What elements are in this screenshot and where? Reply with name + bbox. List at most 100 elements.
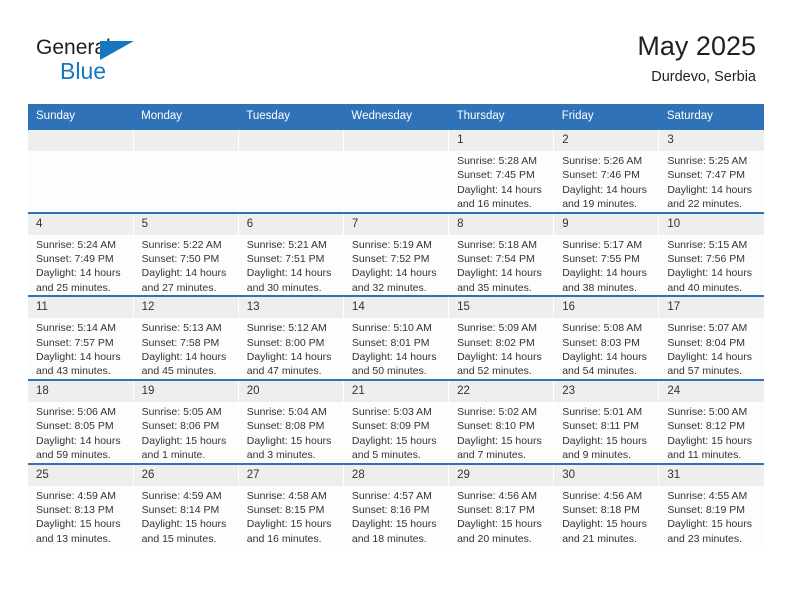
- day-number: 29: [449, 464, 554, 486]
- calendar-day-cell[interactable]: 27 Sunrise: 4:58 AM Sunset: 8:15 PM Dayligh…: [238, 462, 344, 547]
- daylight-text-line1: Daylight: 14 hours: [667, 267, 752, 280]
- weekday-header-friday: Friday: [553, 104, 659, 129]
- calendar-day-cell[interactable]: 5 Sunrise: 5:22 AM Sunset: 7:50 PM Daylight…: [133, 211, 239, 297]
- calendar-day-cell[interactable]: 30 Sunrise: 4:56 AM Sunset: 8:18 PM Dayligh…: [553, 462, 660, 547]
- day-details: Sunrise: 5:00 AM Sunset: 8:12 PM Daylight:…: [659, 402, 764, 463]
- day-details: Sunrise: 5:19 AM Sunset: 7:52 PM Daylight:…: [344, 235, 448, 296]
- calendar-day-cell[interactable]: 26 Sunrise: 4:59 AM Sunset: 8:14 PM Dayligh…: [133, 462, 239, 547]
- daylight-text-line1: Daylight: 15 hours: [141, 518, 227, 531]
- calendar-day-cell[interactable]: 25 Sunrise: 4:59 AM Sunset: 8:13 PM Dayligh…: [28, 462, 134, 547]
- daylight-text-line2: and 5 minutes.: [351, 449, 421, 462]
- day-number: [343, 130, 449, 151]
- daylight-text-line2: and 13 minutes.: [36, 532, 111, 545]
- sunset-text: Sunset: 7:46 PM: [562, 169, 640, 182]
- sunrise-text: Sunrise: 4:59 AM: [36, 489, 116, 502]
- daylight-text-line1: Daylight: 14 hours: [667, 183, 752, 196]
- sunset-text: Sunset: 7:56 PM: [667, 253, 745, 266]
- weekday-header-sunday: Sunday: [28, 104, 134, 129]
- calendar-day-cell[interactable]: 2 Sunrise: 5:26 AM Sunset: 7:46 PM Daylight…: [553, 128, 660, 213]
- calendar-day-cell[interactable]: 28 Sunrise: 4:57 AM Sunset: 8:16 PM Dayligh…: [343, 462, 450, 547]
- calendar-day-cell[interactable]: 6 Sunrise: 5:21 AM Sunset: 7:51 PM Daylight…: [238, 211, 344, 297]
- calendar-header-row: Sunday Monday Tuesday Wednesday Thursday…: [28, 104, 764, 129]
- day-details: Sunrise: 5:21 AM Sunset: 7:51 PM Daylight:…: [239, 235, 343, 296]
- calendar-day-cell[interactable]: 8 Sunrise: 5:18 AM Sunset: 7:54 PM Daylight…: [448, 211, 555, 297]
- calendar-table: Sunday Monday Tuesday Wednesday Thursday…: [28, 104, 764, 547]
- calendar-day-cell[interactable]: 24 Sunrise: 5:00 AM Sunset: 8:12 PM Dayligh…: [658, 378, 764, 464]
- calendar-day-cell[interactable]: 31 Sunrise: 4:55 AM Sunset: 8:19 PM Dayligh…: [658, 462, 764, 547]
- calendar-day-cell[interactable]: 29 Sunrise: 4:56 AM Sunset: 8:17 PM Dayligh…: [448, 462, 555, 547]
- day-number: 19: [133, 380, 238, 402]
- sunrise-text: Sunrise: 5:28 AM: [457, 155, 538, 167]
- sunrise-text: Sunrise: 4:58 AM: [246, 489, 327, 502]
- daylight-text-line2: and 16 minutes.: [246, 532, 322, 545]
- day-details: Sunrise: 5:04 AM Sunset: 8:08 PM Daylight:…: [239, 402, 343, 463]
- brand-logo[interactable]: General Blue: [36, 36, 166, 86]
- daylight-text-line1: Daylight: 15 hours: [351, 518, 437, 531]
- daylight-text-line2: and 35 minutes.: [457, 281, 532, 294]
- daylight-text-line1: Daylight: 14 hours: [351, 351, 437, 364]
- day-details: Sunrise: 5:22 AM Sunset: 7:50 PM Daylight:…: [134, 235, 238, 296]
- daylight-text-line1: Daylight: 14 hours: [351, 267, 437, 280]
- day-details: Sunrise: 5:15 AM Sunset: 7:56 PM Daylight:…: [659, 235, 764, 296]
- sunrise-text: Sunrise: 4:55 AM: [667, 489, 748, 502]
- calendar-day-cell[interactable]: 15 Sunrise: 5:09 AM Sunset: 8:02 PM Dayligh…: [448, 295, 555, 380]
- sunrise-text: Sunrise: 5:00 AM: [667, 405, 748, 418]
- calendar-day-cell[interactable]: 3 Sunrise: 5:25 AM Sunset: 7:47 PM Daylight…: [658, 128, 764, 213]
- calendar-day-cell[interactable]: 18 Sunrise: 5:06 AM Sunset: 8:05 PM Dayligh…: [28, 378, 134, 464]
- day-number: 5: [133, 213, 238, 235]
- calendar-day-cell[interactable]: 21 Sunrise: 5:03 AM Sunset: 8:09 PM Dayligh…: [343, 378, 450, 464]
- sunrise-text: Sunrise: 4:57 AM: [351, 489, 432, 502]
- calendar-day-cell[interactable]: 19 Sunrise: 5:05 AM Sunset: 8:06 PM Dayligh…: [133, 378, 239, 464]
- day-number: 9: [554, 213, 659, 235]
- sunset-text: Sunset: 8:13 PM: [36, 503, 114, 516]
- calendar-day-cell[interactable]: 14 Sunrise: 5:10 AM Sunset: 8:01 PM Dayligh…: [343, 295, 450, 380]
- calendar-day-cell[interactable]: 1 Sunrise: 5:28 AM Sunset: 7:45 PM Daylight…: [448, 128, 555, 213]
- calendar-day-cell-empty: [238, 128, 344, 213]
- sunrise-text: Sunrise: 5:13 AM: [141, 322, 222, 335]
- sunrise-text: Sunrise: 5:07 AM: [667, 322, 748, 335]
- calendar-day-cell[interactable]: 13 Sunrise: 5:12 AM Sunset: 8:00 PM Dayligh…: [238, 295, 344, 380]
- sunrise-text: Sunrise: 5:22 AM: [141, 238, 222, 251]
- sunrise-text: Sunrise: 5:26 AM: [562, 155, 643, 167]
- day-number: 17: [659, 297, 764, 319]
- sunrise-text: Sunrise: 5:21 AM: [246, 238, 327, 251]
- calendar-day-cell[interactable]: 10 Sunrise: 5:15 AM Sunset: 7:56 PM Dayligh…: [658, 211, 764, 297]
- weekday-header-tuesday: Tuesday: [238, 104, 344, 129]
- calendar-day-cell[interactable]: 22 Sunrise: 5:02 AM Sunset: 8:10 PM Dayligh…: [448, 378, 555, 464]
- day-number: 21: [343, 380, 449, 402]
- sunset-text: Sunset: 8:17 PM: [457, 503, 535, 516]
- daylight-text-line1: Daylight: 15 hours: [141, 434, 227, 447]
- weekday-header-wednesday: Wednesday: [343, 104, 449, 129]
- sunset-text: Sunset: 7:50 PM: [141, 253, 220, 266]
- sunset-text: Sunset: 8:19 PM: [667, 503, 745, 516]
- calendar-week-row: 18 Sunrise: 5:06 AM Sunset: 8:05 PM Dayligh…: [28, 378, 764, 464]
- day-details: Sunrise: 4:55 AM Sunset: 8:19 PM Daylight:…: [659, 486, 764, 547]
- calendar-day-cell[interactable]: 23 Sunrise: 5:01 AM Sunset: 8:11 PM Dayligh…: [553, 378, 660, 464]
- sunrise-text: Sunrise: 5:10 AM: [351, 322, 432, 335]
- daylight-text-line1: Daylight: 14 hours: [562, 183, 647, 196]
- daylight-text-line2: and 1 minute.: [141, 449, 206, 462]
- calendar-day-cell[interactable]: 9 Sunrise: 5:17 AM Sunset: 7:55 PM Daylight…: [553, 211, 660, 297]
- sunset-text: Sunset: 8:11 PM: [562, 420, 640, 433]
- sunrise-text: Sunrise: 5:01 AM: [562, 405, 643, 418]
- daylight-text-line2: and 40 minutes.: [667, 281, 743, 294]
- day-details: Sunrise: 4:57 AM Sunset: 8:16 PM Daylight:…: [344, 486, 448, 547]
- day-number: 27: [238, 464, 343, 486]
- calendar-day-cell[interactable]: 12 Sunrise: 5:13 AM Sunset: 7:58 PM Dayligh…: [133, 295, 239, 380]
- calendar-day-cell[interactable]: 4 Sunrise: 5:24 AM Sunset: 7:49 PM Daylight…: [28, 211, 134, 297]
- calendar-day-cell[interactable]: 17 Sunrise: 5:07 AM Sunset: 8:04 PM Dayligh…: [658, 295, 764, 380]
- calendar-week-row: 25 Sunrise: 4:59 AM Sunset: 8:13 PM Dayligh…: [28, 462, 764, 547]
- sunset-text: Sunset: 8:05 PM: [36, 420, 114, 433]
- calendar-day-cell[interactable]: 7 Sunrise: 5:19 AM Sunset: 7:52 PM Daylight…: [343, 211, 450, 297]
- sunset-text: Sunset: 8:01 PM: [351, 336, 430, 349]
- calendar-day-cell[interactable]: 16 Sunrise: 5:08 AM Sunset: 8:03 PM Dayligh…: [553, 295, 660, 380]
- calendar-day-cell[interactable]: 11 Sunrise: 5:14 AM Sunset: 7:57 PM Dayligh…: [28, 295, 134, 380]
- sunrise-text: Sunrise: 5:12 AM: [246, 322, 327, 335]
- day-number: 10: [659, 213, 764, 235]
- sunset-text: Sunset: 8:03 PM: [562, 336, 640, 349]
- weekday-header-monday: Monday: [133, 104, 239, 129]
- calendar-day-cell[interactable]: 20 Sunrise: 5:04 AM Sunset: 8:08 PM Dayligh…: [238, 378, 344, 464]
- sunset-text: Sunset: 8:02 PM: [457, 336, 535, 349]
- day-details: Sunrise: 5:13 AM Sunset: 7:58 PM Daylight:…: [134, 318, 238, 379]
- daylight-text-line2: and 9 minutes.: [562, 449, 632, 462]
